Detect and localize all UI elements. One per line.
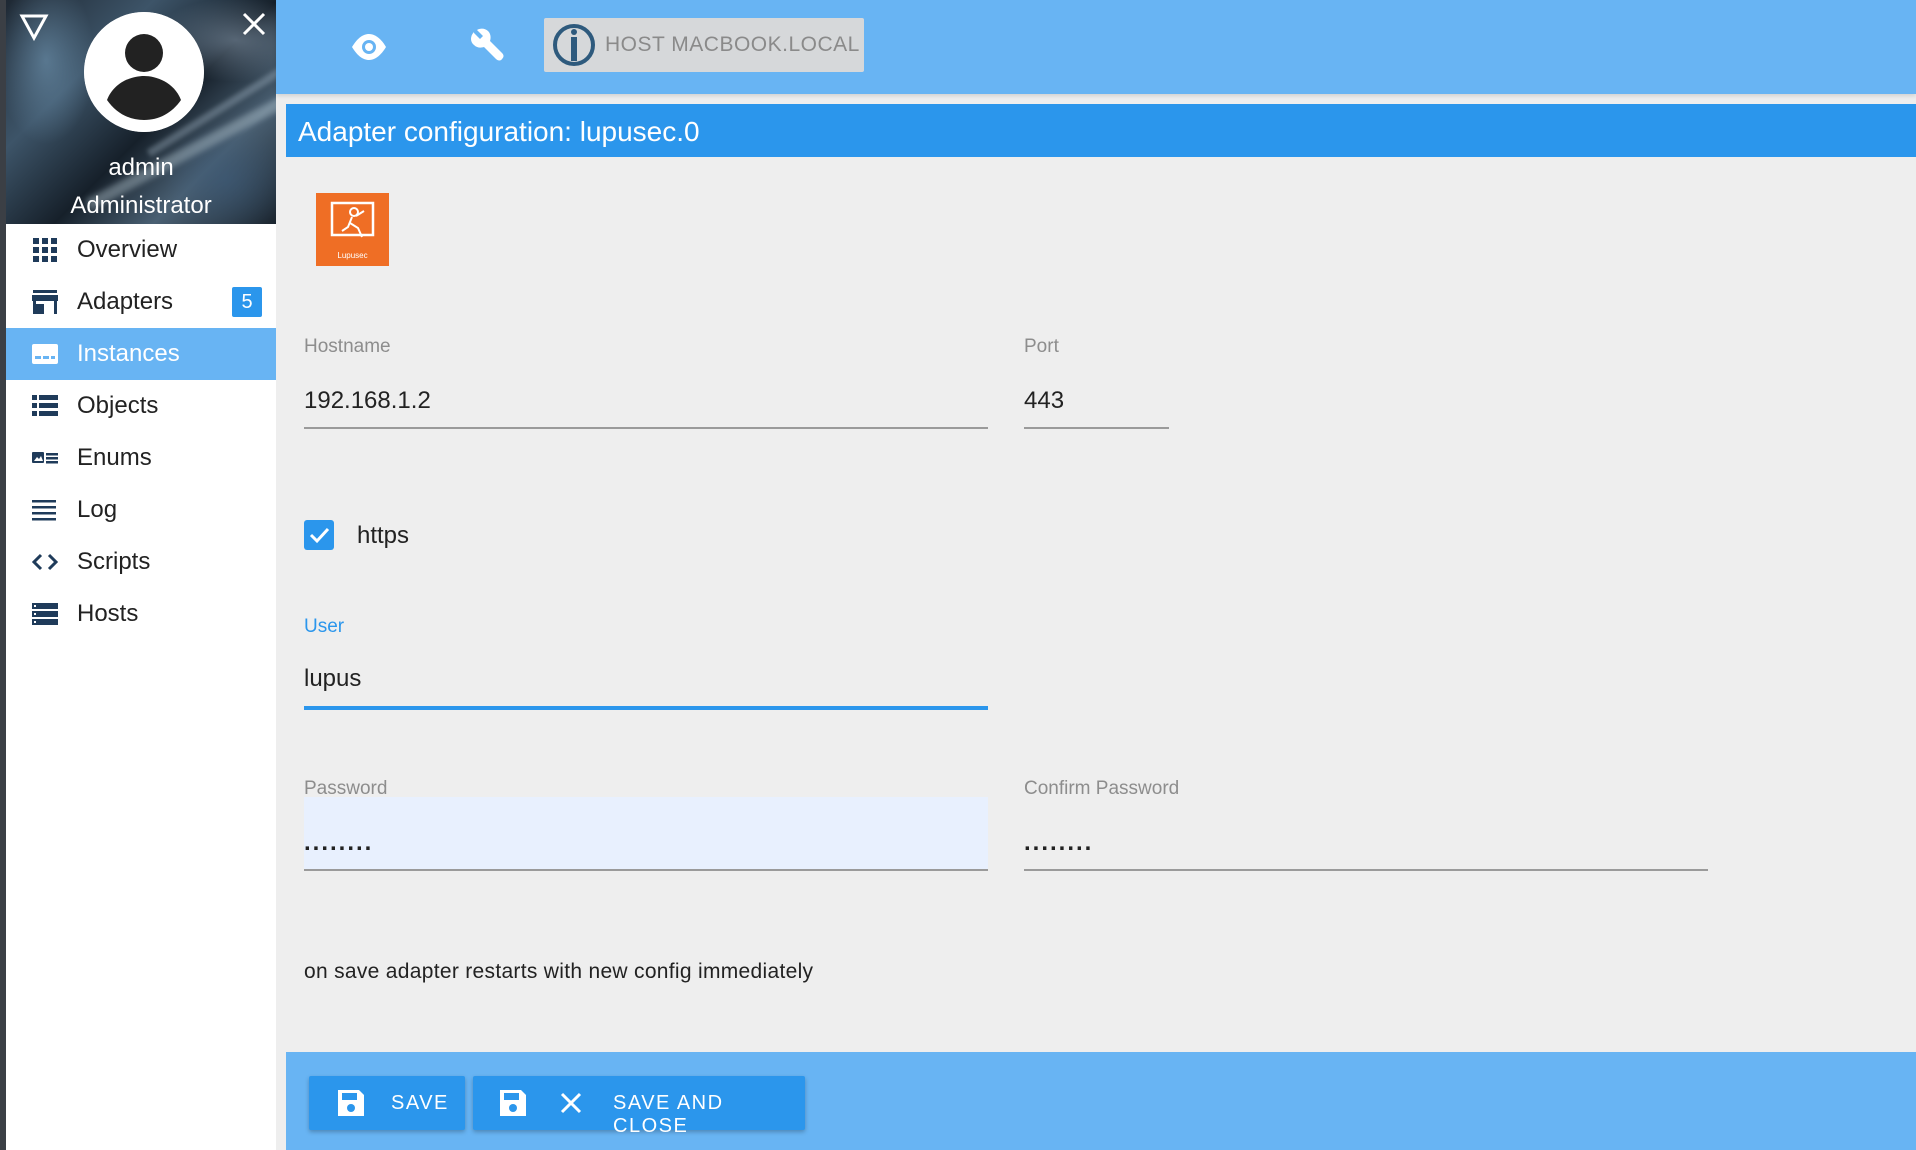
log-icon: [32, 500, 56, 521]
sidebar-item-label: Instances: [77, 340, 180, 367]
action-bar: SAVE SAVE AND CLOSE: [286, 1052, 1916, 1150]
enum-icon: [32, 452, 58, 464]
https-label: https: [357, 522, 410, 549]
confirm-password-field[interactable]: [1024, 797, 1708, 871]
save-and-close-label: SAVE AND CLOSE: [613, 1092, 724, 1137]
sidebar-item-adapters[interactable]: Adapters 5: [6, 276, 276, 328]
close-icon[interactable]: [238, 8, 270, 40]
hostname-field[interactable]: [304, 375, 988, 429]
sidebar-item-label: Hosts: [77, 600, 139, 627]
port-label: Port: [1024, 336, 1059, 357]
avatar: [84, 12, 204, 132]
hostname-label: Hostname: [304, 336, 391, 357]
sidebar-item-label: Scripts: [77, 548, 151, 575]
sidebar-item-scripts[interactable]: Scripts: [6, 536, 276, 588]
logo-caption: Lupusec: [337, 251, 368, 260]
sidebar-item-instances[interactable]: Instances: [6, 328, 276, 380]
menu-toggle-icon[interactable]: [18, 10, 50, 42]
floppy-icon: [500, 1090, 526, 1116]
lupusec-logo: Lupusec: [316, 193, 389, 266]
grid-icon: [33, 238, 57, 262]
user-field[interactable]: [304, 652, 988, 710]
list-icon: [32, 395, 58, 416]
sidebar: admin Administrator Overview Adapters 5 …: [6, 0, 276, 1150]
eye-icon[interactable]: [344, 22, 394, 72]
sidebar-item-log[interactable]: Log: [6, 484, 276, 536]
restart-note: on save adapter restarts with new config…: [304, 960, 814, 983]
sidebar-item-label: Adapters: [77, 288, 174, 315]
sidebar-item-label: Overview: [77, 236, 178, 263]
wrench-icon[interactable]: [460, 22, 510, 72]
close-icon: [560, 1092, 582, 1114]
floppy-icon: [338, 1090, 364, 1116]
iobroker-logo-icon: [553, 24, 595, 66]
save-and-close-button[interactable]: SAVE AND CLOSE: [473, 1076, 805, 1137]
https-checkbox[interactable]: [304, 520, 334, 550]
profile-header: admin Administrator: [6, 0, 276, 224]
sidebar-item-enums[interactable]: Enums: [6, 432, 276, 484]
save-button-label: SAVE: [391, 1092, 449, 1114]
user-role: Administrator: [70, 192, 212, 219]
save-button[interactable]: SAVE: [309, 1076, 465, 1130]
user-label: User: [304, 616, 345, 637]
sidebar-item-overview[interactable]: Overview: [6, 224, 276, 276]
host-selector-button[interactable]: HOST MACBOOK.LOCAL: [544, 18, 864, 72]
adapters-count-badge: 5: [232, 287, 262, 317]
account-icon: [84, 12, 204, 132]
page-title-bar: Adapter configuration: lupusec.0: [286, 104, 1916, 157]
sidebar-item-label: Enums: [77, 444, 152, 471]
instances-icon: [32, 344, 58, 364]
sidebar-item-objects[interactable]: Objects: [6, 380, 276, 432]
store-icon: [32, 290, 58, 314]
sidebar-nav: Overview Adapters 5 Instances Objects En…: [6, 224, 276, 640]
hosts-icon: [32, 603, 58, 625]
main-content: HOST MACBOOK.LOCAL Adapter configuration…: [276, 0, 1916, 1150]
check-icon: [309, 527, 330, 544]
sidebar-item-label: Objects: [77, 392, 159, 419]
lupusec-logo-icon: [330, 201, 375, 238]
user-name: admin: [108, 154, 174, 181]
sidebar-item-label: Log: [77, 496, 118, 523]
sidebar-item-hosts[interactable]: Hosts: [6, 588, 276, 640]
host-label: HOST MACBOOK.LOCAL: [605, 33, 860, 56]
port-field[interactable]: [1024, 375, 1169, 429]
page-title: Adapter configuration: lupusec.0: [298, 116, 700, 147]
code-icon: [32, 553, 58, 571]
password-field[interactable]: [304, 797, 988, 871]
top-toolbar: HOST MACBOOK.LOCAL: [276, 0, 1916, 94]
